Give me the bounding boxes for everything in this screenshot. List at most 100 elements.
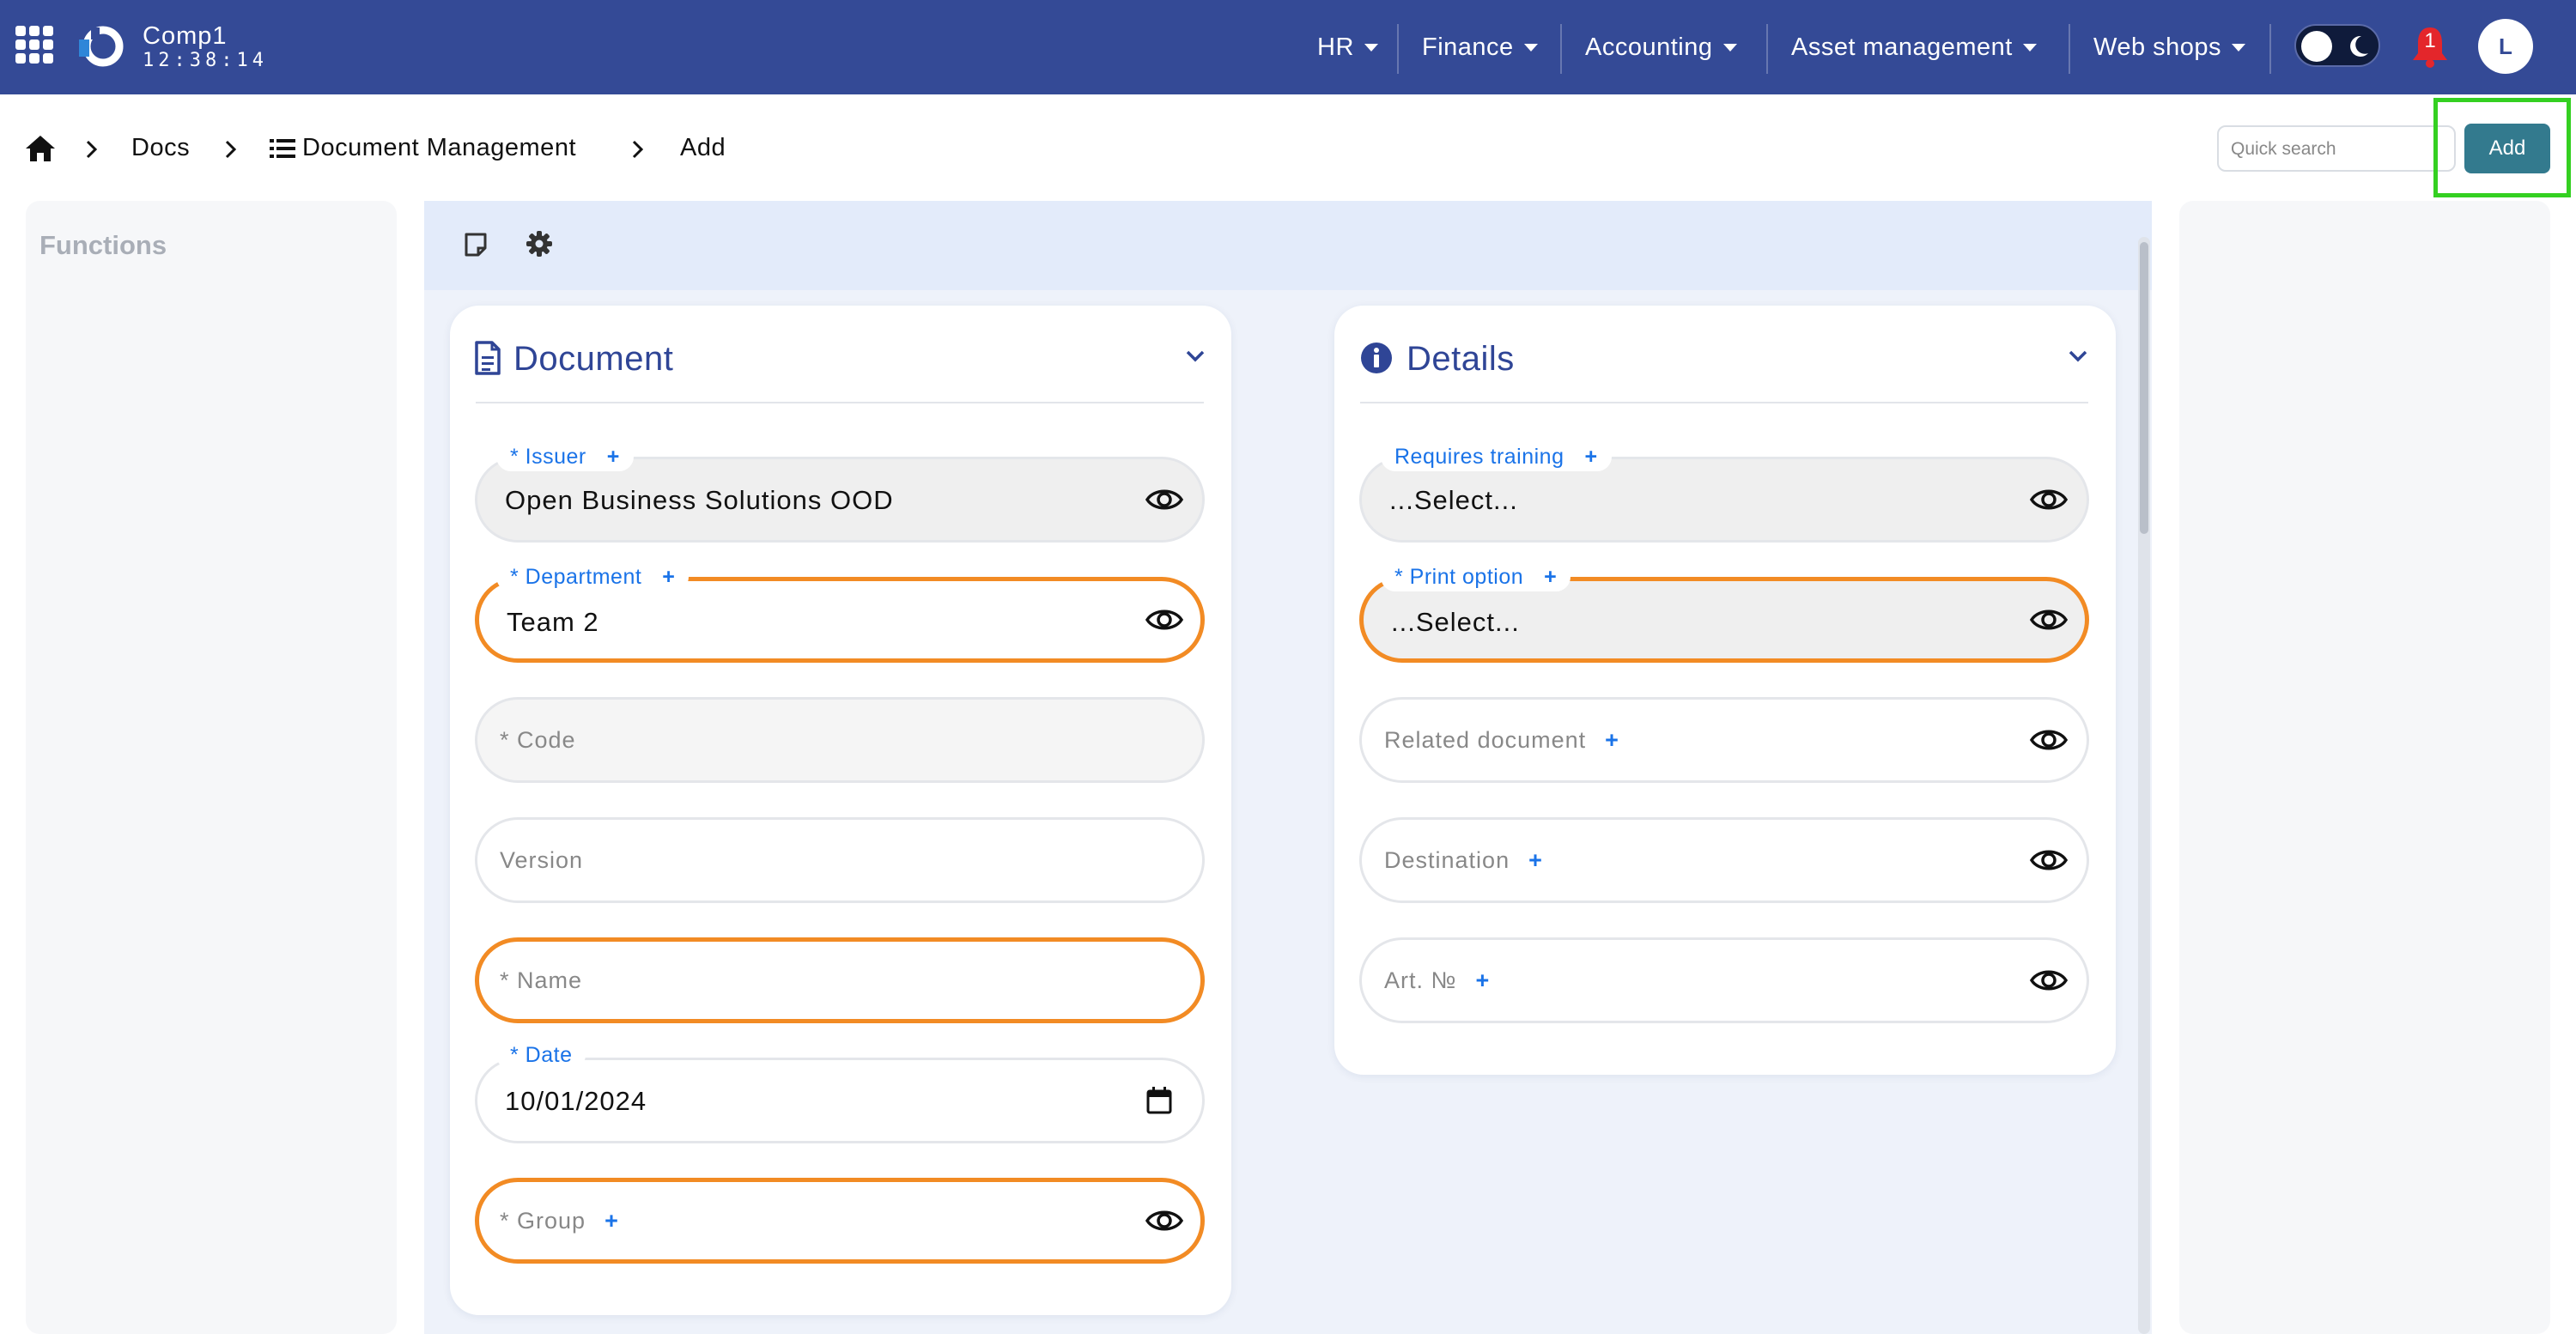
eye-icon[interactable] bbox=[1145, 1206, 1183, 1235]
breadcrumb-document-management[interactable]: Document Management bbox=[302, 134, 576, 162]
eye-icon[interactable] bbox=[2030, 846, 2068, 875]
nav-accounting[interactable]: Accounting bbox=[1585, 0, 1737, 94]
print-option-value: ...Select... bbox=[1391, 607, 1520, 637]
avatar[interactable]: L bbox=[2478, 19, 2533, 74]
nav-accounting-label: Accounting bbox=[1585, 33, 1713, 61]
note-icon[interactable] bbox=[464, 232, 488, 258]
date-field[interactable]: 10/01/2024 bbox=[475, 1058, 1205, 1143]
group-placeholder-text: * Group bbox=[500, 1208, 586, 1234]
scrollbar-thumb[interactable] bbox=[2140, 242, 2148, 534]
calendar-icon[interactable] bbox=[1145, 1086, 1173, 1115]
moon-icon bbox=[2350, 35, 2368, 57]
group-field[interactable]: * Group + bbox=[475, 1178, 1205, 1264]
chevron-right-icon bbox=[632, 140, 644, 159]
group-placeholder: * Group + bbox=[500, 1208, 619, 1234]
notifications-button[interactable]: 1 bbox=[2409, 24, 2451, 69]
company-name[interactable]: Comp1 bbox=[143, 22, 228, 51]
art-no-placeholder-text: Art. № bbox=[1384, 967, 1457, 993]
list-icon bbox=[270, 139, 295, 158]
destination-placeholder-text: Destination bbox=[1384, 847, 1510, 873]
nav-divider bbox=[1766, 24, 1768, 74]
theme-toggle[interactable] bbox=[2294, 24, 2380, 67]
eye-icon[interactable] bbox=[2030, 966, 2068, 995]
document-card-title: Document bbox=[513, 340, 674, 378]
print-option-label-text: * Print option bbox=[1394, 564, 1524, 589]
card-divider bbox=[1360, 402, 2088, 403]
add-destination-button[interactable]: + bbox=[1528, 847, 1543, 873]
caret-down-icon bbox=[1364, 43, 1378, 52]
version-placeholder: Version bbox=[500, 847, 584, 873]
nav-hr-label: HR bbox=[1317, 33, 1354, 61]
logo-icon[interactable] bbox=[77, 22, 125, 70]
apps-grid-icon[interactable] bbox=[15, 26, 53, 64]
add-issuer-button[interactable]: + bbox=[607, 445, 620, 470]
destination-placeholder: Destination + bbox=[1384, 847, 1543, 874]
right-panel bbox=[2179, 201, 2550, 1334]
eye-icon[interactable] bbox=[2030, 485, 2068, 514]
top-bar: Comp1 12:38:14 HR Finance Accounting Ass… bbox=[0, 0, 2576, 94]
home-icon[interactable] bbox=[24, 134, 57, 163]
caret-down-icon bbox=[1523, 43, 1538, 52]
print-option-label[interactable]: * Print option + bbox=[1381, 562, 1571, 591]
caret-down-icon bbox=[1722, 43, 1737, 52]
card-divider bbox=[476, 402, 1204, 403]
notification-count: 1 bbox=[2424, 29, 2436, 52]
add-print-option-button[interactable]: + bbox=[1544, 565, 1557, 590]
toggle-knob bbox=[2301, 31, 2332, 62]
highlight-box bbox=[2433, 98, 2571, 197]
nav-finance-label: Finance bbox=[1422, 33, 1514, 61]
add-department-button[interactable]: + bbox=[662, 565, 675, 590]
nav-hr[interactable]: HR bbox=[1317, 0, 1378, 94]
eye-icon[interactable] bbox=[1145, 605, 1183, 634]
related-document-placeholder-text: Related document bbox=[1384, 727, 1587, 753]
related-document-field[interactable]: Related document + bbox=[1359, 697, 2089, 783]
issuer-label[interactable]: * Issuer + bbox=[496, 442, 634, 471]
main-scrollbar[interactable] bbox=[2138, 237, 2150, 1334]
name-field[interactable]: * Name bbox=[475, 937, 1205, 1023]
functions-panel: Functions bbox=[26, 201, 397, 1334]
file-icon bbox=[475, 341, 501, 375]
date-value: 10/01/2024 bbox=[505, 1086, 647, 1116]
info-icon bbox=[1361, 343, 1392, 373]
eye-icon[interactable] bbox=[2030, 725, 2068, 755]
add-requires-training-button[interactable]: + bbox=[1585, 445, 1598, 470]
quick-search-input[interactable]: Quick search bbox=[2217, 125, 2456, 172]
department-label[interactable]: * Department + bbox=[496, 562, 690, 591]
art-no-field[interactable]: Art. № + bbox=[1359, 937, 2089, 1023]
destination-field[interactable]: Destination + bbox=[1359, 817, 2089, 903]
version-field[interactable]: Version bbox=[475, 817, 1205, 903]
requires-training-label[interactable]: Requires training + bbox=[1381, 442, 1612, 471]
chevron-down-icon[interactable] bbox=[2068, 349, 2088, 364]
caret-down-icon bbox=[2232, 43, 2246, 52]
clock: 12:38:14 bbox=[143, 50, 268, 71]
nav-divider bbox=[2269, 24, 2271, 74]
date-label: * Date bbox=[496, 1040, 586, 1070]
chevron-right-icon bbox=[225, 140, 237, 159]
nav-web-shops-label: Web shops bbox=[2093, 33, 2222, 61]
eye-icon[interactable] bbox=[1145, 485, 1183, 514]
requires-training-value: ...Select... bbox=[1389, 485, 1518, 515]
add-related-document-button[interactable]: + bbox=[1605, 727, 1619, 753]
eye-icon[interactable] bbox=[2030, 605, 2068, 634]
nav-divider bbox=[1560, 24, 1562, 74]
caret-down-icon bbox=[2022, 43, 2037, 52]
name-placeholder: * Name bbox=[500, 967, 583, 993]
nav-asset-management-label: Asset management bbox=[1791, 33, 2013, 61]
chevron-down-icon[interactable] bbox=[1185, 349, 1206, 364]
code-placeholder: * Code bbox=[500, 727, 576, 753]
breadcrumb-docs[interactable]: Docs bbox=[131, 134, 190, 162]
requires-training-label-text: Requires training bbox=[1394, 444, 1564, 469]
issuer-value: Open Business Solutions OOD bbox=[505, 485, 894, 515]
chevron-right-icon bbox=[86, 140, 98, 159]
add-art-no-button[interactable]: + bbox=[1475, 967, 1490, 993]
nav-divider bbox=[2069, 24, 2070, 74]
related-document-placeholder: Related document + bbox=[1384, 727, 1619, 754]
art-no-placeholder: Art. № + bbox=[1384, 967, 1490, 994]
gear-icon[interactable] bbox=[526, 230, 553, 258]
nav-web-shops[interactable]: Web shops bbox=[2093, 0, 2246, 94]
functions-title: Functions bbox=[39, 230, 167, 260]
nav-asset-management[interactable]: Asset management bbox=[1791, 0, 2037, 94]
code-field[interactable]: * Code bbox=[475, 697, 1205, 783]
nav-finance[interactable]: Finance bbox=[1422, 0, 1538, 94]
add-group-button[interactable]: + bbox=[605, 1208, 619, 1234]
